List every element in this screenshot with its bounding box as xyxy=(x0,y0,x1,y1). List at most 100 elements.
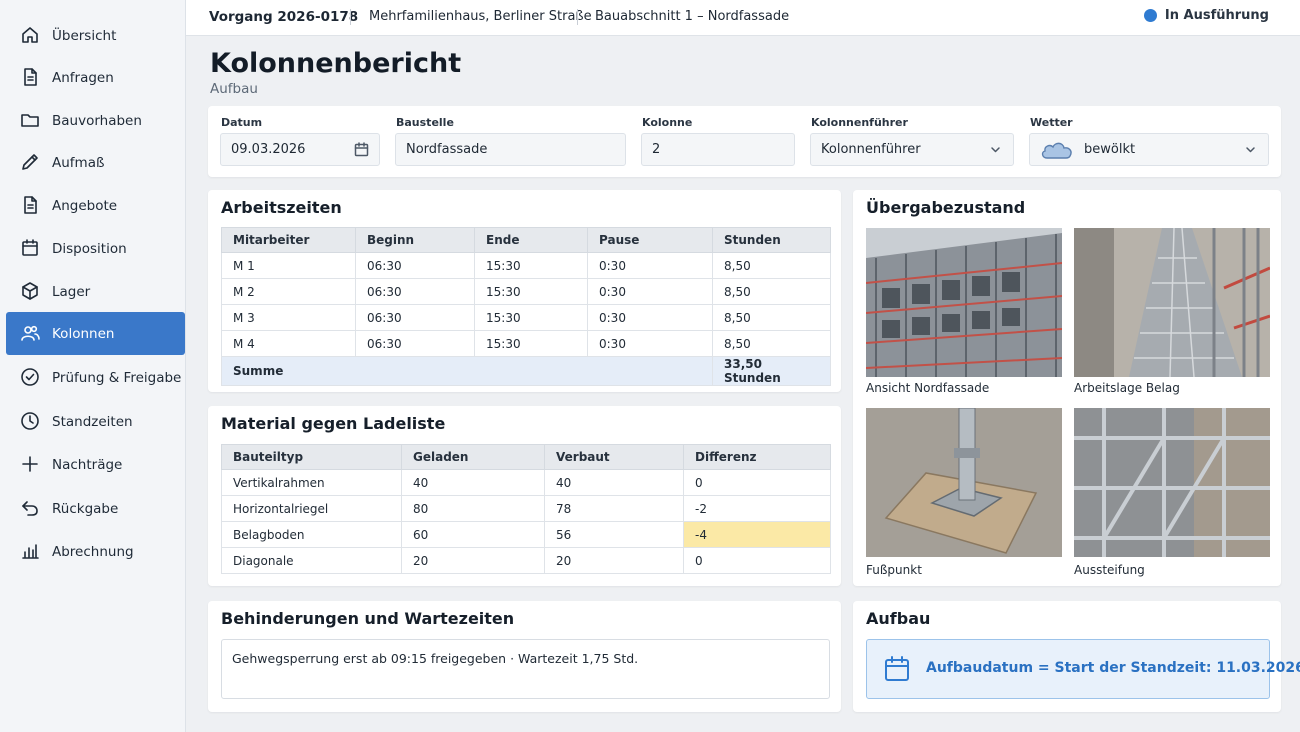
photo-belag[interactable] xyxy=(1074,228,1270,377)
behinderungen-textarea[interactable]: Gehwegsperrung erst ab 09:15 freigegeben… xyxy=(221,639,830,699)
sidebar-item-anfragen[interactable]: Anfragen xyxy=(6,56,185,99)
sidebar-item-label: Abrechnung xyxy=(52,543,134,560)
sidebar-item-standzeiten[interactable]: Standzeiten xyxy=(6,400,185,443)
kolonne-field[interactable]: 2 xyxy=(641,133,795,166)
sidebar-item-label: Nachträge xyxy=(52,456,123,473)
kolonne-value: 2 xyxy=(652,142,661,157)
sidebar-item-label: Disposition xyxy=(52,240,127,257)
table-cell: 0:30 xyxy=(587,304,713,331)
table-cell: 15:30 xyxy=(474,304,588,331)
sidebar-item-pruefung[interactable]: Prüfung & Freigabe xyxy=(6,356,185,399)
column-header: Verbaut xyxy=(544,444,684,470)
table-cell: 20 xyxy=(401,547,545,574)
sidebar-item-bauvorhaben[interactable]: Bauvorhaben xyxy=(6,99,185,142)
sidebar-item-label: Lager xyxy=(52,283,91,300)
table-cell: -2 xyxy=(683,495,831,522)
sidebar-item-label: Bauvorhaben xyxy=(52,112,142,129)
table-cell: 8,50 xyxy=(712,330,831,357)
table-row[interactable]: M 1 06:30 15:30 0:30 8,50 xyxy=(221,252,831,279)
divider xyxy=(350,9,351,25)
table-row[interactable]: M 3 06:30 15:30 0:30 8,50 xyxy=(221,304,831,331)
sidebar-item-label: Anfragen xyxy=(52,69,114,86)
calendar-icon xyxy=(883,655,911,683)
kolonnenfuehrer-select[interactable]: Kolonnenführer xyxy=(810,133,1014,166)
table-cell: 06:30 xyxy=(355,278,475,305)
calendar-icon xyxy=(20,238,40,258)
photo-aussteifung[interactable] xyxy=(1074,408,1270,557)
photo-fusspunkt[interactable] xyxy=(866,408,1062,557)
chevron-down-icon xyxy=(1243,142,1258,157)
status-dot-icon xyxy=(1143,9,1157,22)
table-cell: M 1 xyxy=(221,252,356,279)
kolonnenfuehrer-value: Kolonnenführer xyxy=(821,142,921,157)
sidebar-item-abrechnung[interactable]: Abrechnung xyxy=(6,530,185,573)
table-cell: Horizontalriegel xyxy=(221,495,402,522)
table-cell: 06:30 xyxy=(355,330,475,357)
table-cell: 80 xyxy=(401,495,545,522)
table-row[interactable]: M 4 06:30 15:30 0:30 8,50 xyxy=(221,330,831,357)
sidebar-item-disposition[interactable]: Disposition xyxy=(6,227,185,270)
photo-facade[interactable] xyxy=(866,228,1062,377)
users-icon xyxy=(20,323,40,343)
arbeitszeiten-title: Arbeitszeiten xyxy=(221,198,342,217)
table-cell: 8,50 xyxy=(712,252,831,279)
table-cell: 20 xyxy=(544,547,684,574)
table-row[interactable]: M 2 06:30 15:30 0:30 8,50 xyxy=(221,278,831,305)
folder-icon xyxy=(20,110,40,130)
sidebar-item-label: Rückgabe xyxy=(52,500,119,517)
vorgang-id: Vorgang 2026-0178 xyxy=(209,9,359,25)
pencil-icon xyxy=(20,152,40,172)
table-cell: 60 xyxy=(401,521,545,548)
datum-label: Datum xyxy=(221,116,263,129)
sidebar-item-aufmass[interactable]: Aufmaß xyxy=(6,141,185,184)
sidebar-item-kolonnen[interactable]: Kolonnen xyxy=(6,312,185,355)
section-name: Bauabschnitt 1 – Nordfassade xyxy=(595,9,790,24)
table-cell: M 2 xyxy=(221,278,356,305)
baustelle-field[interactable]: Nordfassade xyxy=(395,133,626,166)
table-cell: 8,50 xyxy=(712,304,831,331)
column-header: Beginn xyxy=(355,227,475,253)
table-cell: 15:30 xyxy=(474,330,588,357)
table-cell: 15:30 xyxy=(474,278,588,305)
return-icon xyxy=(20,498,40,518)
sidebar-item-uebersicht[interactable]: Übersicht xyxy=(6,14,185,57)
table-cell: 0:30 xyxy=(587,252,713,279)
table-cell: 15:30 xyxy=(474,252,588,279)
wetter-select[interactable]: bewölkt xyxy=(1029,133,1269,166)
sidebar-item-angebote[interactable]: Angebote xyxy=(6,184,185,227)
sum-label: Summe xyxy=(221,356,713,386)
table-row[interactable]: Horizontalriegel 80 78 -2 xyxy=(221,495,831,522)
table-row[interactable]: Diagonale 20 20 0 xyxy=(221,547,831,574)
datum-field[interactable]: 09.03.2026 xyxy=(220,133,380,166)
table-cell: 40 xyxy=(401,469,545,496)
status-badge: In Ausführung xyxy=(1143,8,1269,23)
sidebar-item-rueckgabe[interactable]: Rückgabe xyxy=(6,487,185,530)
material-table: Bauteiltyp Geladen Verbaut Differenz Ver… xyxy=(221,444,831,574)
clock-icon xyxy=(20,411,40,431)
sidebar-item-nachtraege[interactable]: Nachträge xyxy=(6,443,185,486)
bar-chart-icon xyxy=(20,541,40,561)
page-title: Kolonnenbericht xyxy=(210,48,462,79)
calendar-icon[interactable] xyxy=(354,142,369,157)
table-cell: 0 xyxy=(683,547,831,574)
table-cell: 56 xyxy=(544,521,684,548)
column-header: Ende xyxy=(474,227,588,253)
behinderungen-title: Behinderungen und Wartezeiten xyxy=(221,609,515,628)
difference-warning-cell: -4 xyxy=(683,521,831,548)
table-row[interactable]: Belagboden 60 56 -4 xyxy=(221,521,831,548)
baustelle-label: Baustelle xyxy=(396,116,454,129)
sidebar-item-lager[interactable]: Lager xyxy=(6,270,185,313)
chevron-down-icon xyxy=(988,142,1003,157)
table-cell: 8,50 xyxy=(712,278,831,305)
sidebar-item-label: Standzeiten xyxy=(52,413,133,430)
report-form: Datum 09.03.2026 Baustelle Nordfassade K… xyxy=(208,106,1281,177)
table-row[interactable]: Vertikalrahmen 40 40 0 xyxy=(221,469,831,496)
table-cell: Diagonale xyxy=(221,547,402,574)
table-cell: 78 xyxy=(544,495,684,522)
sidebar-item-label: Angebote xyxy=(52,197,118,214)
arbeitszeiten-card: Arbeitszeiten Mitarbeiter Beginn Ende Pa… xyxy=(208,190,841,392)
behinderungen-card: Behinderungen und Wartezeiten Gehwegsper… xyxy=(208,601,841,712)
kolonnenfuehrer-label: Kolonnenführer xyxy=(811,116,908,129)
wetter-label: Wetter xyxy=(1030,116,1073,129)
document-icon xyxy=(20,67,40,87)
